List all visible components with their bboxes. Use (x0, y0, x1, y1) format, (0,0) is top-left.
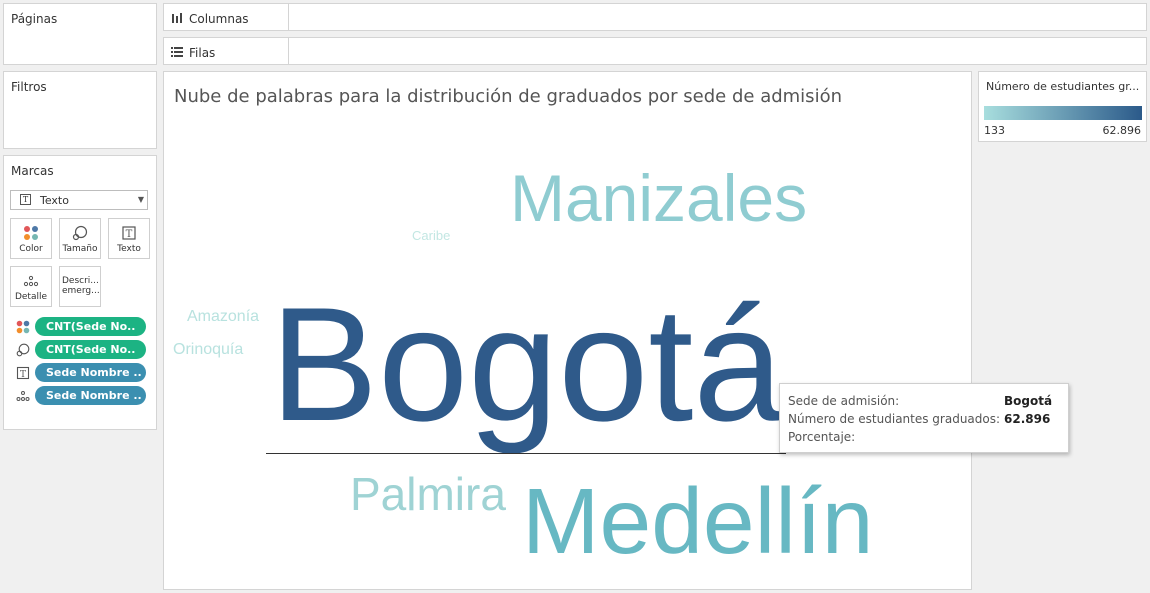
text-icon: T (109, 225, 149, 241)
rows-shelf[interactable]: Filas (163, 37, 1147, 65)
detail-icon (16, 391, 30, 401)
columns-label: Columnas (189, 12, 249, 26)
svg-text:T: T (126, 229, 133, 240)
detail-button[interactable]: Detalle (10, 266, 52, 307)
color-icon (16, 320, 30, 334)
tooltip-button[interactable]: Descri... emerg... (59, 266, 101, 307)
rows-icon (171, 46, 183, 61)
selection-underline (266, 453, 786, 454)
rows-label: Filas (189, 46, 216, 60)
legend-min-label: 133 (984, 124, 1005, 137)
text-field-pill[interactable]: Sede Nombre .. (35, 363, 146, 382)
color-button-label: Color (19, 244, 43, 254)
tooltip: Sede de admisión: Bogotá Número de estud… (779, 383, 1069, 453)
pages-card[interactable]: Páginas (3, 3, 157, 65)
color-icon (11, 225, 51, 241)
tooltip-value-sede: Bogotá (1004, 394, 1053, 408)
word-caribe[interactable]: Caribe (412, 229, 450, 242)
legend-max-label: 62.896 (1102, 124, 1142, 137)
marks-title: Marcas (11, 164, 54, 178)
text-icon: T (20, 194, 31, 205)
viz-title: Nube de palabras para la distribución de… (174, 86, 842, 107)
detail-icon (11, 273, 51, 289)
legend-title: Número de estudiantes gr... (986, 80, 1140, 93)
size-field-pill[interactable]: CNT(Sede No.. (35, 340, 146, 359)
mark-type-label: Texto (40, 194, 69, 207)
word-manizales[interactable]: Manizales (510, 165, 807, 231)
tooltip-label-count: Número de estudiantes graduados: (788, 412, 1001, 426)
tooltip-button-label: Descri... emerg... (62, 276, 100, 296)
word-palmira[interactable]: Palmira (350, 471, 506, 517)
size-button[interactable]: Tamaño (59, 218, 101, 259)
chevron-down-icon: ▼ (137, 195, 144, 204)
marks-card: Marcas T Texto ▼ Color Tamaño T Texto De… (3, 155, 157, 430)
size-icon (16, 343, 30, 357)
svg-text:T: T (20, 370, 26, 380)
color-field-pill[interactable]: CNT(Sede No.. (35, 317, 146, 336)
tooltip-value-count: 62.896 (1004, 412, 1051, 426)
filters-card[interactable]: Filtros (3, 71, 157, 149)
word-medellin[interactable]: Medellín (522, 475, 874, 568)
filters-title: Filtros (11, 80, 47, 94)
word-amazonia[interactable]: Amazonía (187, 309, 259, 325)
word-bogota[interactable]: Bogotá (270, 284, 783, 446)
text-button[interactable]: T Texto (108, 218, 150, 259)
color-legend[interactable]: Número de estudiantes gr... 133 62.896 (978, 71, 1147, 142)
mark-type-dropdown[interactable]: T Texto ▼ (10, 190, 148, 210)
text-icon: T (16, 366, 30, 380)
legend-gradient (984, 106, 1142, 120)
size-button-label: Tamaño (62, 244, 98, 254)
detail-button-label: Detalle (14, 292, 48, 302)
color-button[interactable]: Color (10, 218, 52, 259)
text-button-label: Texto (117, 244, 141, 254)
size-icon (60, 225, 100, 241)
detail-field-pill[interactable]: Sede Nombre .. (35, 386, 146, 405)
word-orinoquia[interactable]: Orinoquía (173, 342, 243, 358)
tooltip-label-percent: Porcentaje: (788, 430, 856, 444)
columns-shelf-divider (288, 4, 289, 30)
columns-icon (171, 12, 183, 27)
tooltip-label-sede: Sede de admisión: (788, 394, 900, 408)
rows-shelf-divider (288, 38, 289, 64)
columns-shelf[interactable]: Columnas (163, 3, 1147, 31)
pages-title: Páginas (11, 12, 58, 26)
